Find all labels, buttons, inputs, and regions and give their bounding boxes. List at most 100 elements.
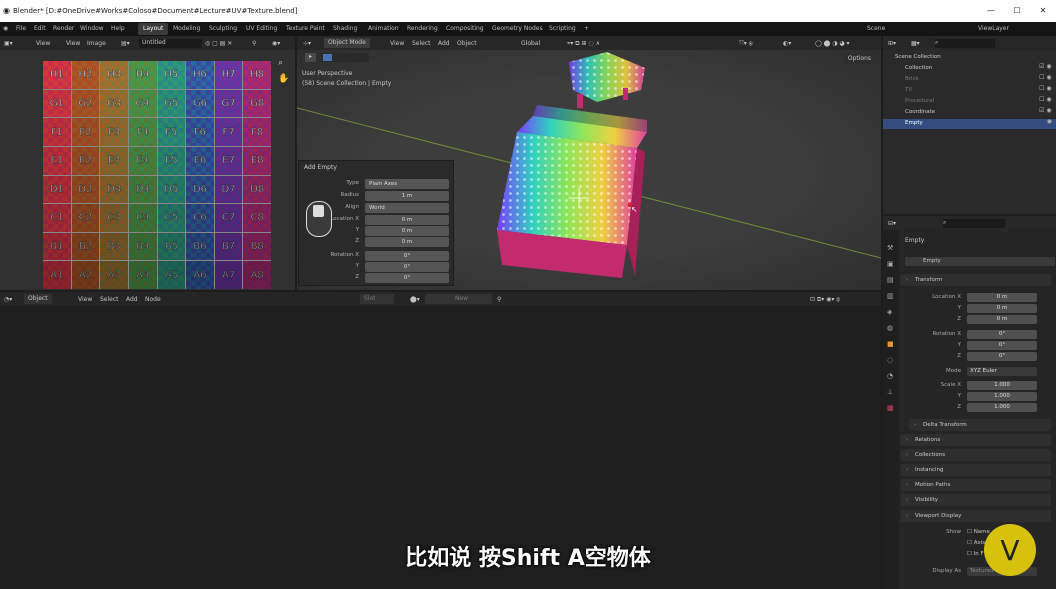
tab-sculpting[interactable]: Sculpting	[209, 25, 237, 32]
uv-menu-view2[interactable]: View	[66, 40, 80, 47]
rainbow-cube-object[interactable]	[497, 105, 647, 278]
outliner-item-brick[interactable]: Brick	[905, 76, 919, 82]
pin-icon[interactable]: ⚲	[252, 40, 256, 47]
overlays-icon[interactable]: ◐▾	[783, 40, 791, 47]
tab-modeling[interactable]: Modeling	[173, 25, 200, 32]
node-overlay-icons[interactable]: ⊡ ⧉▾ ◉▾ ⦾	[810, 296, 840, 304]
delta-transform-section[interactable]: Delta Transform	[909, 419, 1051, 431]
prop-scale-x-field[interactable]: 1.000	[967, 381, 1037, 390]
overlay-icon[interactable]: ◉▾	[272, 40, 280, 47]
prop-location-x-field[interactable]: 0 m	[967, 293, 1037, 302]
select-mode-icons[interactable]	[321, 53, 369, 62]
tab-uv-editing[interactable]: UV Editing	[246, 25, 277, 32]
close-icon[interactable]: ✕	[1030, 0, 1056, 22]
visibility-eye-icons[interactable]: ☑ ◉ ☐ ◉ ☐ ◉ ☐ ◉ ☑ ◉ ◉	[1039, 61, 1052, 127]
editor-type-icon[interactable]: ▣▾	[4, 40, 13, 47]
relations-section[interactable]: Relations	[901, 434, 1051, 446]
gizmo-icons[interactable]: ⤧▾ ⦿	[739, 40, 753, 48]
scene-label[interactable]: Scene	[867, 25, 885, 32]
material-browse-icon[interactable]: ⬤▾	[410, 296, 420, 303]
rotation-y-field[interactable]: 0°	[365, 262, 449, 272]
tab-scripting[interactable]: Scripting	[549, 25, 576, 32]
image-browse-icon[interactable]: ▤▾	[121, 40, 130, 47]
transform-section[interactable]: Transform	[901, 274, 1051, 286]
outliner-search-input[interactable]: ⌕	[935, 39, 995, 48]
prop-location-y-field[interactable]: 0 m	[967, 304, 1037, 313]
node-menu-node[interactable]: Node	[145, 296, 161, 303]
outliner-item-procedural[interactable]: Procedural	[905, 98, 934, 104]
location-x-field[interactable]: 0 m	[365, 215, 449, 225]
align-dropdown[interactable]: World	[365, 203, 449, 213]
hand-pan-icon[interactable]: ✋	[278, 74, 289, 84]
collections-section[interactable]: Collections	[901, 449, 1051, 461]
object-name-field[interactable]: Empty	[905, 257, 1055, 266]
visibility-section[interactable]: Visibility	[901, 494, 1051, 506]
zoom-icon[interactable]: ⌕	[278, 58, 283, 68]
node-menu-view[interactable]: View	[78, 296, 92, 303]
location-y-field[interactable]: 0 m	[365, 226, 449, 236]
options-dropdown[interactable]: Options	[843, 54, 875, 63]
radius-field[interactable]: 1 m	[365, 191, 449, 201]
outliner-type-icon[interactable]: ⊞▾	[888, 40, 896, 47]
orientation-dropdown[interactable]: Global	[521, 40, 540, 47]
menu-window[interactable]: Window	[80, 25, 104, 32]
add-workspace-icon[interactable]: +	[584, 25, 589, 32]
tab-geometry-nodes[interactable]: Geometry Nodes	[492, 25, 543, 32]
prop-scale-y-field[interactable]: 1.000	[967, 392, 1037, 401]
menu-help[interactable]: Help	[111, 25, 125, 32]
outliner-item-collection[interactable]: Collection	[905, 65, 932, 71]
tab-shading[interactable]: Shading	[333, 25, 357, 32]
viewlayer-label[interactable]: ViewLayer	[978, 25, 1009, 32]
tab-rendering[interactable]: Rendering	[407, 25, 438, 32]
outliner-item-empty[interactable]: Empty	[905, 120, 923, 126]
outliner-item-scene-collection[interactable]: Scene Collection	[895, 54, 941, 60]
viewport-display-section[interactable]: Viewport Display	[901, 510, 1051, 522]
outliner-item-tv[interactable]: TV	[905, 87, 912, 93]
motion-paths-section[interactable]: Motion Paths	[901, 479, 1051, 491]
prop-scale-z-field[interactable]: 1.000	[967, 403, 1037, 412]
minimize-icon[interactable]: —	[978, 0, 1004, 22]
menu-file[interactable]: File	[16, 25, 26, 32]
viewport-menu-view[interactable]: View	[390, 40, 404, 47]
rotation-mode-dropdown[interactable]: XYZ Euler	[967, 367, 1037, 376]
shading-mode-icons[interactable]: ◯ ⬤ ◑ ◕ ▾	[815, 40, 850, 47]
pin-node-icon[interactable]: ⚲	[497, 296, 501, 303]
uv-menu-image[interactable]: Image	[87, 40, 106, 47]
outliner-item-coordinate[interactable]: Coordinate	[905, 109, 935, 115]
panel-title[interactable]: Add Empty	[304, 164, 337, 171]
viewport-menu-object[interactable]: Object	[457, 40, 477, 47]
tab-layout[interactable]: Layout	[138, 23, 169, 35]
rotation-z-field[interactable]: 0°	[365, 273, 449, 283]
new-material-button[interactable]: New	[425, 294, 493, 304]
viewport-menu-add[interactable]: Add	[438, 40, 450, 47]
viewport-menu-select[interactable]: Select	[412, 40, 431, 47]
instancing-section[interactable]: Instancing	[901, 464, 1051, 476]
node-menu-select[interactable]: Select	[100, 296, 119, 303]
prop-rotation-x-field[interactable]: 0°	[967, 330, 1037, 339]
rotation-x-field[interactable]: 0°	[365, 251, 449, 261]
tool-toggle-icon[interactable]: ▸	[305, 53, 316, 62]
prop-rotation-z-field[interactable]: 0°	[967, 352, 1037, 361]
pivot-snap-icons[interactable]: ⌖▾ ⧉ ⊞ ◌ ∧	[567, 40, 600, 48]
slot-dropdown[interactable]: Slot	[360, 294, 394, 304]
location-z-field[interactable]: 0 m	[365, 237, 449, 247]
properties-type-icon[interactable]: ⊟▾	[888, 220, 896, 227]
menu-render[interactable]: Render	[53, 25, 74, 32]
tab-animation[interactable]: Animation	[368, 25, 399, 32]
node-editor-type-icon[interactable]: ◔▾	[4, 296, 12, 303]
viewport-editor-type-icon[interactable]: ⊹▾	[303, 40, 311, 47]
properties-search-input[interactable]: ⌕	[943, 219, 1005, 228]
image-actions-icons[interactable]: ◎ ▢ ▤ ✕	[205, 40, 232, 47]
menu-edit[interactable]: Edit	[34, 25, 46, 32]
object-mode-dropdown[interactable]: Object Mode	[324, 38, 370, 48]
blender-menu-icon[interactable]: ◉	[3, 25, 8, 32]
type-dropdown[interactable]: Plain Axes	[365, 179, 449, 189]
object-name-label[interactable]: Empty	[905, 237, 924, 244]
uv-menu-view[interactable]: View	[36, 40, 50, 47]
show-name-checkbox[interactable]: ☐ Name	[967, 529, 990, 535]
shader-type-dropdown[interactable]: Object	[24, 294, 52, 304]
tab-texture-paint[interactable]: Texture Paint	[286, 25, 325, 32]
property-tab-icons[interactable]: ⚒ ▣ ▤ ▥ ◈ ◍ ■ ◌ ◔ ⊥ ▩	[887, 240, 894, 416]
maximize-icon[interactable]: ☐	[1004, 0, 1030, 22]
prop-location-z-field[interactable]: 0 m	[967, 315, 1037, 324]
